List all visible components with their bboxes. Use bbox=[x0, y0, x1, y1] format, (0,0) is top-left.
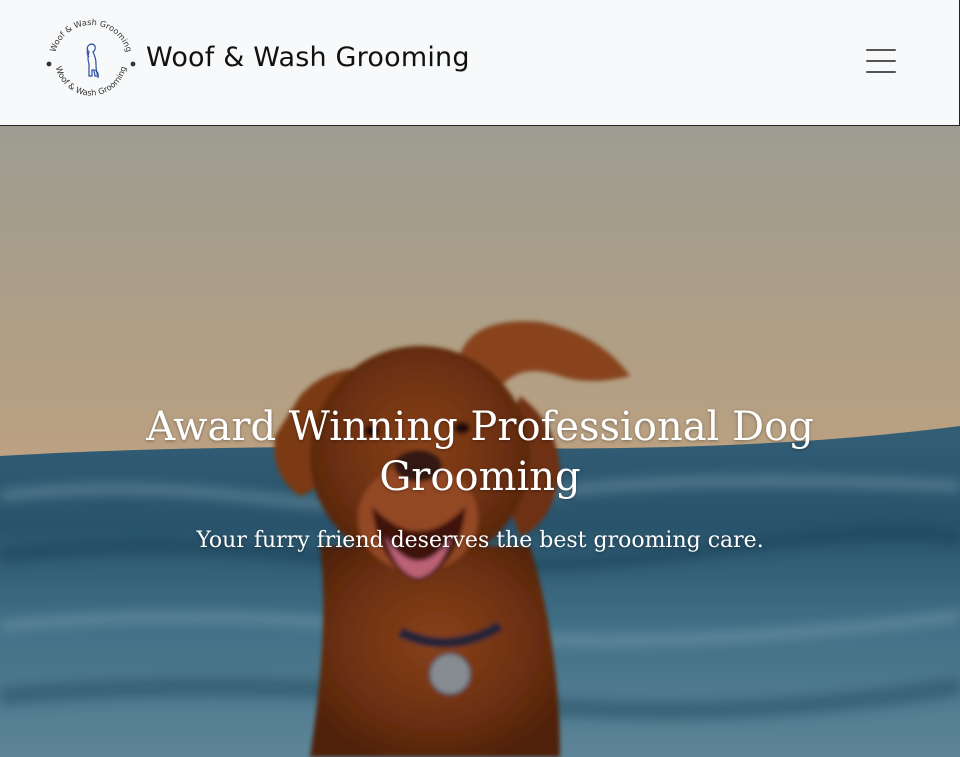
svg-text:Woof & Wash Grooming: Woof & Wash Grooming bbox=[54, 65, 128, 98]
brand-link[interactable]: Woof & Wash Grooming Woof & Wash Groomin… bbox=[42, 14, 469, 110]
hero-title: Award Winning Professional Dog Grooming bbox=[146, 404, 814, 500]
svg-text:Woof & Wash Grooming: Woof & Wash Grooming bbox=[48, 17, 135, 53]
navbar: Woof & Wash Grooming Woof & Wash Groomin… bbox=[0, 0, 960, 126]
hero-text: Award Winning Professional Dog Grooming … bbox=[0, 402, 960, 553]
brand-name: Woof & Wash Grooming bbox=[146, 42, 470, 73]
hero-section: Award Winning Professional Dog Grooming … bbox=[0, 126, 960, 757]
hero-subtitle: Your furry friend deserves the best groo… bbox=[196, 528, 764, 553]
woof-wash-logo: Woof & Wash Grooming Woof & Wash Groomin… bbox=[46, 17, 136, 98]
hamburger-menu-icon[interactable] bbox=[854, 38, 906, 84]
